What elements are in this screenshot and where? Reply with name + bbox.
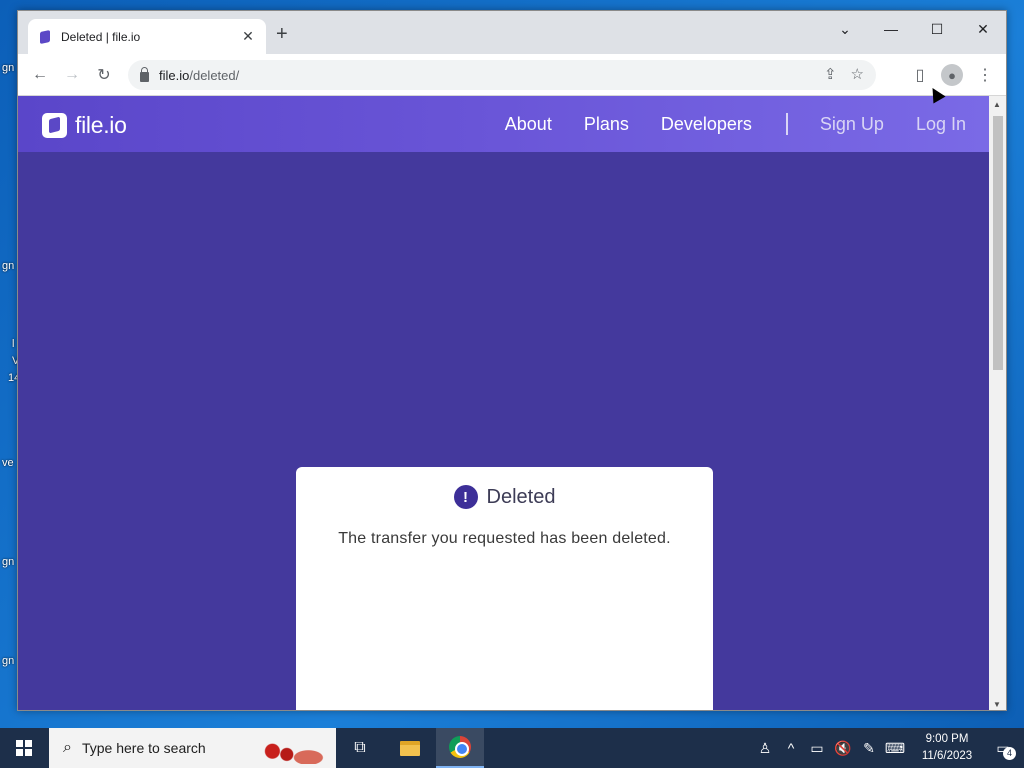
url-text[interactable]: file.io/deleted/ [159,68,239,83]
notification-count: 4 [1003,747,1016,760]
browser-toolbar: ← → ↻ file.io/deleted/ ⇪ ☆ ▯ ● ⋮ [18,54,1006,96]
page-scrollbar[interactable]: ▲ ▼ [989,96,1006,710]
system-tray: ♙ ^ ▭ 🔇 ✎ ⌨ 9:00 PM 11/6/2023 ▭ 4 [752,728,1024,768]
lock-icon[interactable] [140,66,149,82]
close-window-button[interactable]: ✕ [960,15,1006,43]
volume-muted-icon[interactable]: 🔇 [830,740,856,757]
minimize-button[interactable]: — [868,15,914,43]
scroll-thumb[interactable] [993,116,1003,370]
nav-about[interactable]: About [505,114,552,135]
tab-strip: Deleted | file.io ✕ + ⌄ — ☐ ✕ [18,11,1006,54]
keyboard-icon[interactable]: ⌨ [882,740,908,757]
card-message: The transfer you requested has been dele… [338,530,671,547]
bookmark-star-icon[interactable]: ☆ [851,65,864,83]
start-button[interactable] [0,728,48,768]
search-icon: ⌕ [63,739,72,756]
scroll-up-icon[interactable]: ▲ [993,100,1001,109]
windows-logo-icon [16,740,32,756]
desktop-icon-label[interactable]: ve [2,457,14,469]
reload-icon[interactable]: ↻ [93,64,115,86]
web-page: file.io About Plans Developers Sign Up L… [18,96,990,710]
network-icon[interactable]: ▭ [804,740,830,757]
back-icon[interactable]: ← [29,64,51,86]
tab-search-icon[interactable]: ⌄ [822,15,868,43]
site-logo[interactable]: file.io [42,112,127,139]
logo-text: file.io [75,112,127,138]
log-in-link[interactable]: Log In [916,114,966,135]
file-explorer-button[interactable] [386,728,434,768]
favicon-icon [38,30,52,44]
browser-window: Deleted | file.io ✕ + ⌄ — ☐ ✕ ← → ↻ file… [17,10,1007,711]
show-hidden-icons-icon[interactable]: ^ [778,740,804,756]
site-header: file.io About Plans Developers Sign Up L… [18,96,990,152]
desktop-icon-label[interactable]: l [12,338,14,350]
sign-up-link[interactable]: Sign Up [820,114,884,135]
scroll-down-icon[interactable]: ▼ [993,700,1001,709]
nav-plans[interactable]: Plans [584,114,629,135]
folder-icon [400,740,420,756]
desktop-icon-label[interactable]: gn [2,260,14,272]
share-icon[interactable]: ⇪ [824,65,837,83]
clock-date: 11/6/2023 [921,750,973,762]
side-panel-icon[interactable]: ▯ [909,64,931,86]
browser-tab[interactable]: Deleted | file.io ✕ [28,19,266,54]
nav-divider [785,113,788,135]
search-placeholder: Type here to search [81,740,206,756]
logo-icon [42,113,67,138]
omnibox-actions: ⇪ ☆ [824,65,864,83]
action-center-button[interactable]: ▭ 4 [982,728,1024,768]
people-icon[interactable]: ♙ [752,740,778,757]
pen-icon[interactable]: ✎ [856,740,882,757]
task-view-icon[interactable]: ⧉ [336,728,384,768]
site-nav: About Plans Developers Sign Up Log In [473,113,966,135]
address-bar[interactable]: file.io/deleted/ ⇪ ☆ [128,60,876,90]
desktop-icon-label[interactable]: gn [2,62,14,74]
search-highlight-image [258,732,330,764]
card-title: Deleted [486,485,556,508]
nav-developers[interactable]: Developers [661,114,752,135]
chrome-taskbar-button[interactable] [436,728,484,768]
clock[interactable]: 9:00 PM 11/6/2023 [912,731,982,765]
close-tab-icon[interactable]: ✕ [240,28,256,45]
forward-icon[interactable]: → [61,64,83,86]
maximize-button[interactable]: ☐ [914,15,960,43]
taskbar: ⌕ Type here to search ⧉ ♙ ^ ▭ 🔇 ✎ ⌨ 9:00… [0,728,1024,768]
tab-title: Deleted | file.io [61,29,141,44]
chrome-icon [449,736,471,758]
taskbar-search[interactable]: ⌕ Type here to search [49,728,336,768]
alert-icon: ! [453,485,478,509]
profile-avatar-icon[interactable]: ● [941,64,963,86]
deleted-card: ! Deleted The transfer you requested has… [296,467,713,710]
card-header: ! Deleted [296,485,713,509]
desktop-icon-label[interactable]: gn [2,655,14,667]
kebab-menu-icon[interactable]: ⋮ [974,64,996,86]
new-tab-icon[interactable]: + [276,24,288,44]
desktop-icon-label[interactable]: gn [2,556,14,568]
clock-time: 9:00 PM [925,733,969,745]
